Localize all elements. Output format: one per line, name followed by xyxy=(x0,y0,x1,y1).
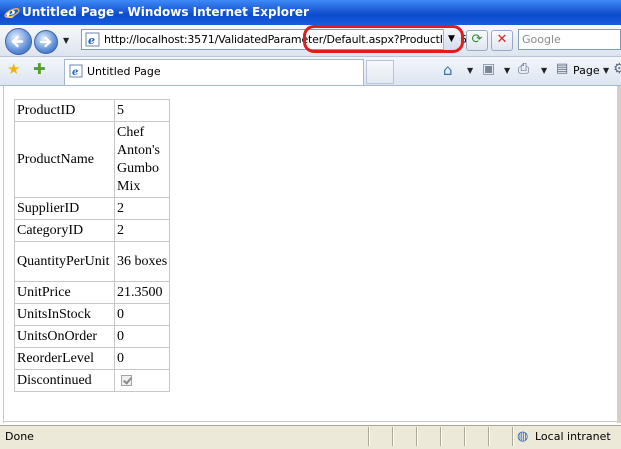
row-categoryid: CategoryID 2 xyxy=(14,219,170,242)
security-zone[interactable]: Local intranet xyxy=(535,430,611,443)
field-value: 2 xyxy=(114,219,170,242)
field-value: 5 xyxy=(114,99,170,122)
home-dropdown[interactable]: ▼ xyxy=(467,66,473,75)
field-value: 0 xyxy=(114,303,170,326)
field-value: 21.3500 xyxy=(114,281,170,304)
tab-page-icon: e xyxy=(69,64,83,78)
print-icon[interactable]: ⎙ xyxy=(518,61,529,77)
add-favorite-icon[interactable]: ✚ xyxy=(33,60,46,78)
status-divider xyxy=(464,427,466,446)
row-unitprice: UnitPrice 21.3500 xyxy=(14,281,170,304)
feeds-icon[interactable]: ▣ xyxy=(482,61,495,77)
page-dropdown[interactable]: ▼ xyxy=(603,66,609,75)
field-value: 2 xyxy=(114,197,170,220)
tab-title: Untitled Page xyxy=(87,65,161,78)
field-value: 36 boxes xyxy=(114,241,170,282)
window-right-edge xyxy=(617,86,621,423)
svg-text:e: e xyxy=(72,67,78,78)
new-tab-button[interactable] xyxy=(366,60,394,84)
ie-logo-icon: e xyxy=(4,4,20,20)
row-productname: ProductName Chef Anton's Gumbo Mix xyxy=(14,121,170,198)
field-label: CategoryID xyxy=(14,219,115,242)
field-label: ProductID xyxy=(14,99,115,122)
back-arrow-icon xyxy=(11,35,24,48)
search-placeholder: Google xyxy=(522,33,561,46)
row-productid: ProductID 5 xyxy=(14,99,170,122)
status-divider xyxy=(488,427,490,446)
annotation-highlight xyxy=(303,25,464,53)
row-quantityperunit: QuantityPerUnit 36 boxes xyxy=(14,241,170,282)
field-label: SupplierID xyxy=(14,197,115,220)
field-label: UnitsOnOrder xyxy=(14,325,115,348)
row-unitsonorder: UnitsOnOrder 0 xyxy=(14,325,170,348)
row-discontinued: Discontinued xyxy=(14,369,170,392)
field-value: 0 xyxy=(114,347,170,370)
field-value: 0 xyxy=(114,325,170,348)
status-divider xyxy=(368,427,370,446)
status-divider xyxy=(440,427,442,446)
status-divider xyxy=(392,427,394,446)
globe-icon: ◍ xyxy=(517,429,529,444)
row-reorderlevel: ReorderLevel 0 xyxy=(14,347,170,370)
forward-arrow-icon xyxy=(39,36,52,48)
forward-button[interactable] xyxy=(34,30,58,54)
refresh-icon: ⟳ xyxy=(471,32,483,47)
discontinued-checkbox xyxy=(121,374,132,386)
home-icon[interactable]: ⌂ xyxy=(443,61,453,79)
status-text: Done xyxy=(5,430,34,443)
page-icon: e xyxy=(85,32,100,47)
field-value xyxy=(114,369,170,392)
field-label: UnitsInStock xyxy=(14,303,115,326)
feeds-dropdown[interactable]: ▼ xyxy=(504,66,510,75)
stop-icon: ✕ xyxy=(496,32,508,47)
refresh-button[interactable]: ⟳ xyxy=(466,30,488,51)
field-value: Chef Anton's Gumbo Mix xyxy=(114,121,170,198)
content-left-border xyxy=(3,86,4,423)
favorites-star-icon[interactable]: ★ xyxy=(7,60,20,78)
content-bottom-border xyxy=(3,421,617,422)
status-divider xyxy=(512,427,514,446)
row-supplierid: SupplierID 2 xyxy=(14,197,170,220)
svg-text:e: e xyxy=(88,34,95,47)
field-label: Discontinued xyxy=(14,369,115,392)
row-unitsinstock: UnitsInStock 0 xyxy=(14,303,170,326)
back-button[interactable] xyxy=(5,28,32,55)
page-menu-label[interactable]: Page xyxy=(573,64,600,77)
recent-pages-dropdown[interactable]: ▼ xyxy=(63,36,69,45)
window-title: Untitled Page - Windows Internet Explore… xyxy=(22,5,309,19)
page-menu-icon[interactable]: ▤ xyxy=(556,61,568,76)
product-details-view: ProductID 5 ProductName Chef Anton's Gum… xyxy=(14,99,170,392)
status-divider xyxy=(416,427,418,446)
field-label: QuantityPerUnit xyxy=(14,241,115,282)
field-label: ProductName xyxy=(14,121,115,198)
print-dropdown[interactable]: ▼ xyxy=(541,66,547,75)
tools-icon[interactable]: ⚙ xyxy=(613,61,621,77)
stop-button[interactable]: ✕ xyxy=(491,30,513,51)
field-label: UnitPrice xyxy=(14,281,115,304)
field-label: ReorderLevel xyxy=(14,347,115,370)
